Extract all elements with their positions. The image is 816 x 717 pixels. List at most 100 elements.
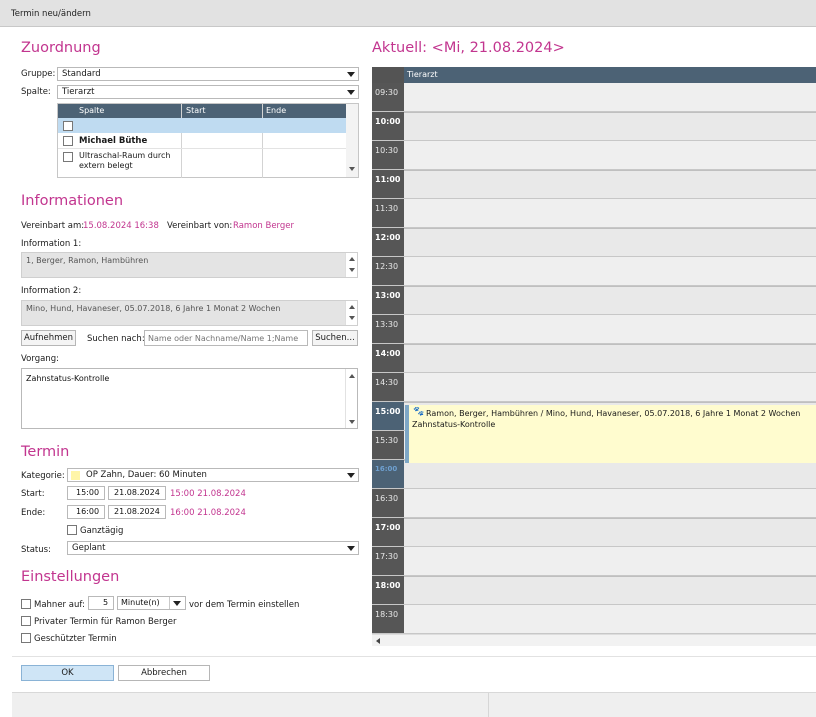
time-slot-cell[interactable] — [404, 605, 816, 633]
start-date-field[interactable]: 21.08.2024 — [108, 486, 166, 500]
time-slot-cell[interactable] — [404, 518, 816, 546]
suchen-button[interactable]: Suchen... — [312, 330, 358, 346]
time-slot-cell[interactable] — [404, 373, 816, 401]
gruppe-select[interactable]: Standard — [57, 67, 359, 81]
time-label: 18:30 — [372, 605, 404, 633]
divider — [12, 656, 816, 657]
appointment[interactable]: 🐾 Ramon, Berger, Hambühren / Mino, Hund,… — [405, 405, 816, 463]
time-slot[interactable]: 09:30 — [372, 83, 816, 112]
kategorie-select[interactable]: OP Zahn, Dauer: 60 Minuten — [67, 468, 359, 482]
zuordnung-heading: Zuordnung — [21, 40, 101, 56]
appointment-line1: Ramon, Berger, Hambühren / Mino, Hund, H… — [426, 409, 801, 418]
mahner-checkbox[interactable] — [21, 599, 31, 609]
time-slot[interactable]: 11:00 — [372, 170, 816, 199]
time-slot-cell[interactable] — [404, 576, 816, 604]
time-slot-cell[interactable] — [404, 344, 816, 372]
time-slot[interactable]: 11:30 — [372, 199, 816, 228]
time-slot-cell[interactable] — [404, 83, 816, 111]
info1-scrollbar[interactable] — [345, 253, 357, 277]
scroll-down-icon[interactable] — [349, 167, 355, 171]
row-checkbox[interactable] — [63, 152, 73, 162]
time-slot[interactable]: 12:00 — [372, 228, 816, 257]
row-checkbox[interactable] — [63, 121, 73, 131]
table-row[interactable]: Ultraschal-Raum durch extern belegt — [58, 149, 346, 177]
info1-label: Information 1: — [21, 239, 82, 249]
mahner-suffix: vor dem Termin einstellen — [189, 600, 300, 610]
time-slot[interactable]: 13:00 — [372, 286, 816, 315]
spalte-select[interactable]: Tierarzt — [57, 85, 359, 99]
scroll-left-icon[interactable] — [376, 638, 380, 644]
time-label: 16:30 — [372, 489, 404, 517]
mahner-value-field[interactable]: 5 — [88, 596, 114, 610]
abbrechen-button[interactable]: Abbrechen — [118, 665, 210, 681]
calendar-header-row: Tierarzt — [372, 67, 816, 83]
ende-date-field[interactable]: 21.08.2024 — [108, 505, 166, 519]
time-slot-cell[interactable] — [404, 112, 816, 140]
table-scrollbar[interactable] — [346, 104, 358, 177]
table-row[interactable] — [58, 118, 346, 133]
info1-field[interactable]: 1, Berger, Ramon, Hambühren — [21, 252, 358, 278]
time-slot-cell[interactable] — [404, 141, 816, 169]
start-label: Start: — [21, 489, 45, 499]
scroll-up-icon[interactable] — [349, 257, 355, 261]
window-titlebar: Termin neu/ändern — [0, 0, 816, 27]
status-select[interactable]: Geplant — [67, 541, 359, 555]
table-row[interactable]: Michael Büthe — [58, 133, 346, 149]
time-slot[interactable]: 12:30 — [372, 257, 816, 286]
ende-summary: 16:00 21.08.2024 — [170, 508, 246, 518]
info2-scrollbar[interactable] — [345, 301, 357, 325]
time-slot-cell[interactable] — [404, 170, 816, 198]
start-date: 21.08.2024 — [114, 488, 160, 497]
time-slot[interactable]: 17:00 — [372, 518, 816, 547]
mahner-label: Mahner auf: — [34, 600, 85, 610]
time-slot[interactable]: 16:30 — [372, 489, 816, 518]
time-slot-cell[interactable] — [404, 489, 816, 517]
termin-heading: Termin — [21, 444, 70, 460]
ok-button[interactable]: OK — [21, 665, 114, 681]
aufnehmen-button[interactable]: Aufnehmen — [21, 330, 76, 346]
time-slot[interactable]: 13:30 — [372, 315, 816, 344]
table-header-ende: Ende — [266, 106, 287, 115]
time-slot[interactable]: 10:30 — [372, 141, 816, 170]
ende-time-field[interactable]: 16:00 — [67, 505, 105, 519]
scroll-up-icon[interactable] — [349, 374, 355, 378]
time-slot[interactable]: 14:00 — [372, 344, 816, 373]
mahner-unit-select[interactable]: Minute(n) — [117, 596, 186, 610]
time-slot[interactable]: 18:00 — [372, 576, 816, 605]
scroll-down-icon[interactable] — [349, 316, 355, 320]
info1-value: 1, Berger, Ramon, Hambühren — [26, 256, 149, 265]
row-checkbox[interactable] — [63, 136, 73, 146]
time-slot[interactable]: 16:00 — [372, 460, 816, 489]
vorgang-scrollbar[interactable] — [345, 369, 357, 428]
time-slot[interactable]: 14:30 — [372, 373, 816, 402]
vereinbart-von-label: Vereinbart von: — [167, 221, 233, 231]
time-slot-cell[interactable] — [404, 547, 816, 575]
privat-checkbox[interactable] — [21, 616, 31, 626]
time-label: 12:30 — [372, 257, 404, 285]
vorgang-textarea[interactable]: Zahnstatus-Kontrolle — [21, 368, 358, 429]
scroll-up-icon[interactable] — [349, 305, 355, 309]
window-title: Termin neu/ändern — [11, 9, 91, 19]
scroll-down-icon[interactable] — [349, 420, 355, 424]
time-slot[interactable]: 18:30 — [372, 605, 816, 634]
geschuetzt-checkbox[interactable] — [21, 633, 31, 643]
time-slot-cell[interactable] — [404, 286, 816, 314]
time-slot[interactable]: 17:30 — [372, 547, 816, 576]
calendar-hscrollbar[interactable] — [372, 634, 816, 646]
mahner-value: 5 — [103, 598, 109, 607]
ganztaegig-checkbox[interactable] — [67, 525, 77, 535]
informationen-heading: Informationen — [21, 193, 124, 209]
time-slot-cell[interactable] — [404, 257, 816, 285]
info2-field[interactable]: Mino, Hund, Havaneser, 05.07.2018, 6 Jah… — [21, 300, 358, 326]
start-time-field[interactable]: 15:00 — [67, 486, 105, 500]
time-slot-cell[interactable] — [404, 228, 816, 256]
scroll-down-icon[interactable] — [349, 268, 355, 272]
time-slot-cell[interactable] — [404, 315, 816, 343]
time-slot-cell[interactable] — [404, 199, 816, 227]
gruppe-label: Gruppe: — [21, 69, 56, 79]
time-slot[interactable]: 10:00 — [372, 112, 816, 141]
time-slot-cell[interactable] — [404, 460, 816, 488]
calendar-column-header[interactable]: Tierarzt — [404, 67, 816, 83]
time-label: 14:00 — [372, 344, 404, 372]
suchen-input[interactable] — [144, 330, 308, 346]
